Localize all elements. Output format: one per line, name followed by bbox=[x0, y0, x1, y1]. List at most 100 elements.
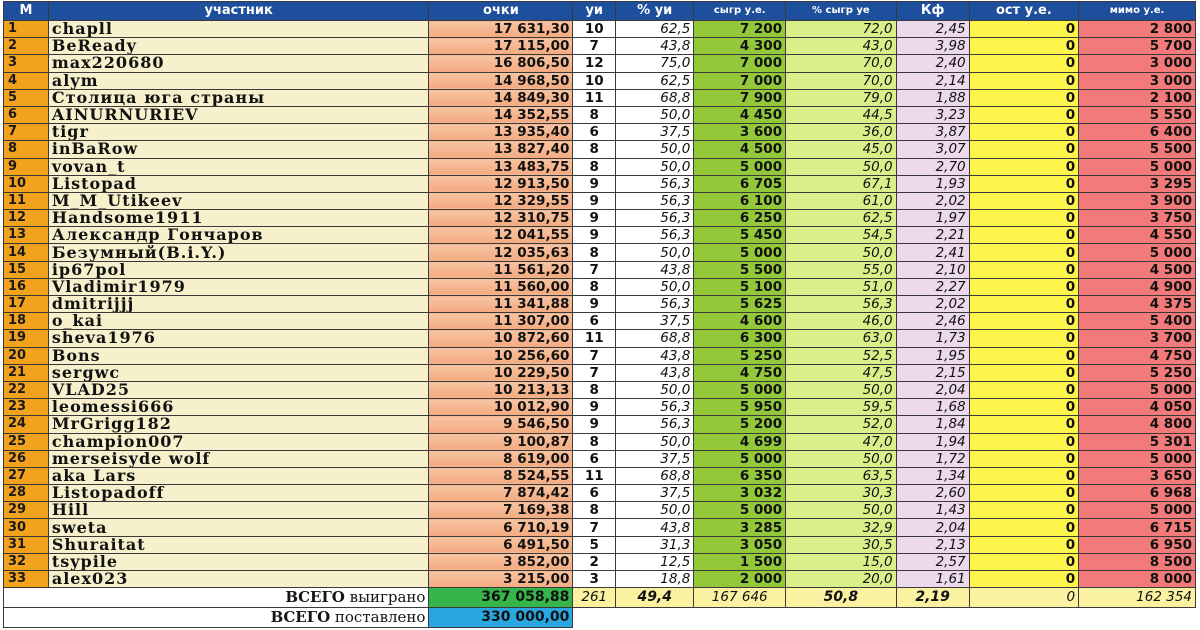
pct-ui-cell[interactable]: 43,8 bbox=[615, 363, 695, 382]
place-cell[interactable]: 30 bbox=[3, 518, 49, 537]
ui-cell[interactable]: 9 bbox=[572, 398, 617, 417]
pct-won-cell[interactable]: 50,0 bbox=[785, 243, 897, 262]
participant-cell[interactable]: max220680 bbox=[47, 54, 430, 73]
pct-won-cell[interactable]: 79,0 bbox=[785, 88, 897, 107]
participant-cell[interactable]: aka Lars bbox=[47, 466, 430, 486]
kf-cell[interactable]: 2,60 bbox=[895, 484, 970, 503]
place-cell[interactable]: 1 bbox=[3, 19, 49, 39]
pct-won-cell[interactable]: 47,5 bbox=[785, 363, 897, 382]
won-cell[interactable]: 1 500 bbox=[693, 552, 787, 572]
missed-cell[interactable]: 4 500 bbox=[1078, 260, 1196, 279]
participant-cell[interactable]: tigr bbox=[47, 123, 430, 142]
kf-cell[interactable]: 1,34 bbox=[895, 466, 970, 486]
won-cell[interactable]: 5 250 bbox=[693, 346, 787, 365]
ui-cell[interactable]: 9 bbox=[572, 191, 617, 211]
pct-won-cell[interactable]: 45,0 bbox=[785, 140, 897, 159]
kf-cell[interactable]: 2,40 bbox=[895, 54, 970, 73]
missed-cell[interactable]: 5 000 bbox=[1078, 157, 1196, 176]
won-cell[interactable]: 5 950 bbox=[693, 398, 787, 417]
pct-ui-cell[interactable]: 62,5 bbox=[615, 71, 695, 90]
rest-cell[interactable]: 0 bbox=[968, 226, 1080, 245]
missed-cell[interactable]: 2 100 bbox=[1078, 88, 1196, 107]
pct-won-cell[interactable]: 43,0 bbox=[785, 37, 897, 56]
participant-cell[interactable]: o_kai bbox=[47, 312, 430, 331]
pct-ui-cell[interactable]: 37,5 bbox=[615, 449, 695, 468]
kf-cell[interactable]: 2,02 bbox=[895, 294, 970, 314]
ui-cell[interactable]: 9 bbox=[572, 174, 617, 193]
participant-cell[interactable]: M_M_Utikeev bbox=[47, 191, 430, 211]
pct-ui-cell[interactable]: 18,8 bbox=[615, 569, 695, 589]
pct-won-cell[interactable]: 32,9 bbox=[785, 518, 897, 537]
pct-won-cell[interactable]: 70,0 bbox=[785, 54, 897, 73]
pct-won-cell[interactable]: 46,0 bbox=[785, 312, 897, 331]
place-cell[interactable]: 6 bbox=[3, 105, 49, 125]
rest-cell[interactable]: 0 bbox=[968, 415, 1080, 434]
ui-cell[interactable]: 11 bbox=[572, 466, 617, 486]
missed-cell[interactable]: 4 800 bbox=[1078, 415, 1196, 434]
missed-cell[interactable]: 5 000 bbox=[1078, 449, 1196, 468]
won-cell[interactable]: 5 100 bbox=[693, 277, 787, 297]
kf-cell[interactable]: 2,41 bbox=[895, 243, 970, 262]
participant-cell[interactable]: leomessi666 bbox=[47, 398, 430, 417]
participant-cell[interactable]: Hill bbox=[47, 501, 430, 520]
place-cell[interactable]: 14 bbox=[3, 243, 49, 262]
col-header-won[interactable]: сыгр у.е. bbox=[693, 1, 787, 21]
pct-ui-cell[interactable]: 50,0 bbox=[615, 157, 695, 176]
pct-won-cell[interactable]: 50,0 bbox=[785, 501, 897, 520]
missed-cell[interactable]: 2 800 bbox=[1078, 19, 1196, 39]
participant-cell[interactable]: Столица юга страны bbox=[47, 88, 430, 107]
points-cell[interactable]: 12 041,55 bbox=[428, 226, 574, 245]
points-cell[interactable]: 16 806,50 bbox=[428, 54, 574, 73]
place-cell[interactable]: 18 bbox=[3, 312, 49, 331]
pct-won-cell[interactable]: 36,0 bbox=[785, 123, 897, 142]
ui-cell[interactable]: 7 bbox=[572, 518, 617, 537]
kf-cell[interactable]: 2,13 bbox=[895, 535, 970, 554]
missed-cell[interactable]: 3 700 bbox=[1078, 329, 1196, 348]
missed-cell[interactable]: 5 550 bbox=[1078, 105, 1196, 125]
participant-cell[interactable]: merseisyde wolf bbox=[47, 449, 430, 468]
ui-cell[interactable]: 7 bbox=[572, 346, 617, 365]
pct-won-cell[interactable]: 51,0 bbox=[785, 277, 897, 297]
place-cell[interactable]: 16 bbox=[3, 277, 49, 297]
ui-cell[interactable]: 10 bbox=[572, 71, 617, 90]
rest-cell[interactable]: 0 bbox=[968, 294, 1080, 314]
pct-won-cell[interactable]: 59,5 bbox=[785, 398, 897, 417]
rest-cell[interactable]: 0 bbox=[968, 88, 1080, 107]
place-cell[interactable]: 24 bbox=[3, 415, 49, 434]
points-cell[interactable]: 13 935,40 bbox=[428, 123, 574, 142]
kf-cell[interactable]: 2,04 bbox=[895, 518, 970, 537]
points-cell[interactable]: 13 483,75 bbox=[428, 157, 574, 176]
rest-cell[interactable]: 0 bbox=[968, 37, 1080, 56]
pct-won-cell[interactable]: 55,0 bbox=[785, 260, 897, 279]
pct-won-cell[interactable]: 30,5 bbox=[785, 535, 897, 554]
ui-cell[interactable]: 6 bbox=[572, 449, 617, 468]
won-cell[interactable]: 6 300 bbox=[693, 329, 787, 348]
pct-ui-cell[interactable]: 68,8 bbox=[615, 88, 695, 107]
participant-cell[interactable]: alex023 bbox=[47, 569, 430, 589]
won-cell[interactable]: 7 900 bbox=[693, 88, 787, 107]
ui-cell[interactable]: 9 bbox=[572, 226, 617, 245]
pct-won-cell[interactable]: 15,0 bbox=[785, 552, 897, 572]
points-cell[interactable]: 6 710,19 bbox=[428, 518, 574, 537]
won-cell[interactable]: 4 500 bbox=[693, 140, 787, 159]
pct-ui-cell[interactable]: 50,0 bbox=[615, 243, 695, 262]
participant-cell[interactable]: alym bbox=[47, 71, 430, 90]
rest-cell[interactable]: 0 bbox=[968, 380, 1080, 400]
rest-cell[interactable]: 0 bbox=[968, 518, 1080, 537]
pct-ui-cell[interactable]: 56,3 bbox=[615, 294, 695, 314]
kf-cell[interactable]: 2,57 bbox=[895, 552, 970, 572]
won-cell[interactable]: 5 200 bbox=[693, 415, 787, 434]
missed-cell[interactable]: 5 000 bbox=[1078, 380, 1196, 400]
ui-cell[interactable]: 12 bbox=[572, 54, 617, 73]
pct-ui-cell[interactable]: 56,3 bbox=[615, 398, 695, 417]
rest-cell[interactable]: 0 bbox=[968, 346, 1080, 365]
points-cell[interactable]: 11 341,88 bbox=[428, 294, 574, 314]
missed-cell[interactable]: 4 050 bbox=[1078, 398, 1196, 417]
pct-ui-cell[interactable]: 56,3 bbox=[615, 209, 695, 228]
points-cell[interactable]: 9 546,50 bbox=[428, 415, 574, 434]
won-cell[interactable]: 4 300 bbox=[693, 37, 787, 56]
participant-cell[interactable]: vovan_t bbox=[47, 157, 430, 176]
pct-won-cell[interactable]: 56,3 bbox=[785, 294, 897, 314]
pct-won-cell[interactable]: 70,0 bbox=[785, 71, 897, 90]
rest-cell[interactable]: 0 bbox=[968, 466, 1080, 486]
